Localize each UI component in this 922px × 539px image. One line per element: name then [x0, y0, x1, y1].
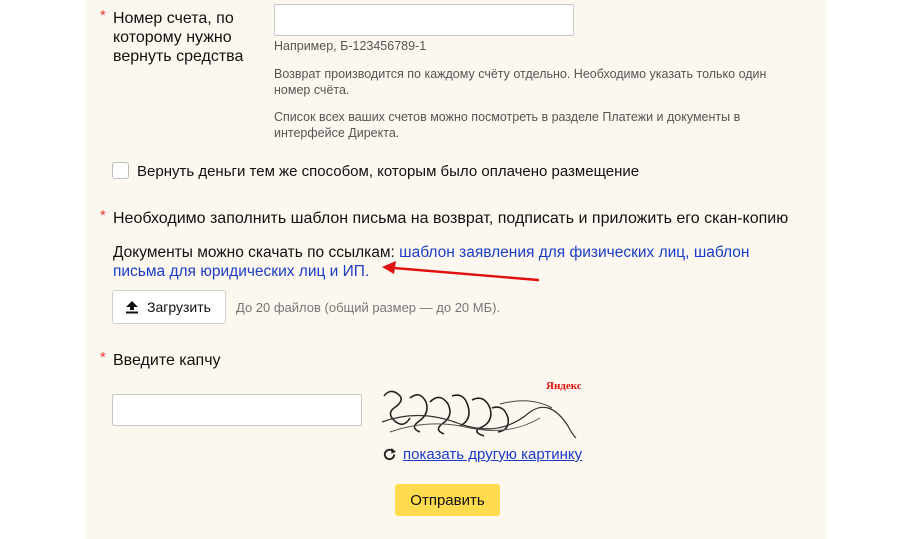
yandex-logo: Яндекс — [546, 380, 582, 392]
upload-hint: До 20 файлов (общий размер — до 20 МБ). — [236, 300, 501, 315]
show-another-image-link[interactable]: показать другую картинку — [403, 446, 582, 463]
refund-same-method-label: Вернуть деньги тем же способом, которым … — [137, 163, 640, 180]
documents-prefix: Документы можно скачать по ссылкам: — [113, 244, 400, 261]
refund-same-method-checkbox[interactable] — [112, 162, 129, 179]
required-mark: * — [100, 207, 106, 224]
accounts-list-note: Список всех ваших счетов можно посмотрет… — [274, 110, 741, 140]
required-mark: * — [100, 7, 106, 24]
captcha-input[interactable] — [112, 394, 362, 426]
account-number-label: Номер счета, по которому нужно вернуть с… — [113, 10, 244, 65]
template-section-title: Необходимо заполнить шаблон письма на во… — [113, 210, 789, 227]
account-number-note: Возврат производится по каждому счёту от… — [274, 67, 767, 97]
yandex-logo-text: Яндекс — [546, 380, 582, 392]
refresh-captcha: показать другую картинку — [382, 446, 582, 463]
upload-button-label: Загрузить — [147, 299, 211, 315]
captcha-label: Введите капчу — [113, 352, 221, 369]
submit-button[interactable]: Отправить — [395, 484, 500, 516]
captcha-image: Яндекс — [380, 378, 582, 440]
annotation-arrow — [382, 261, 540, 282]
upload-icon — [126, 301, 138, 314]
account-number-input[interactable] — [274, 4, 574, 36]
account-number-example: Например, Б-123456789-1 — [274, 39, 427, 53]
required-mark: * — [100, 349, 106, 366]
upload-button[interactable]: Загрузить — [112, 290, 226, 324]
refresh-icon[interactable] — [382, 447, 397, 462]
